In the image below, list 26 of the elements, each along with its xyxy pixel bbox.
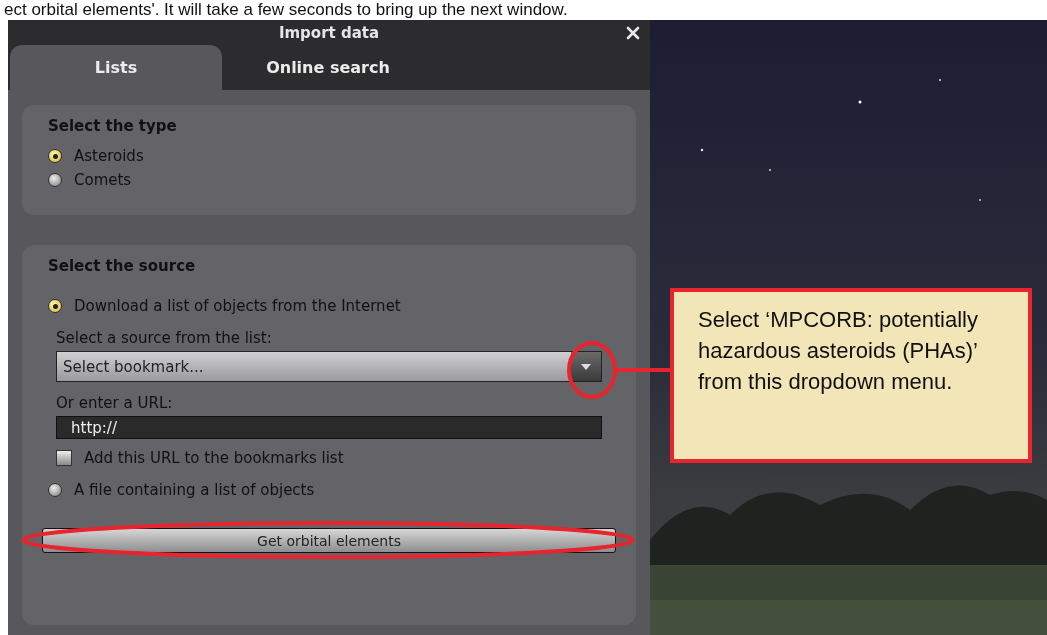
- radio-label: Comets: [74, 171, 132, 189]
- window-title: Import data: [278, 23, 380, 42]
- callout-box: Select ‘MPCORB: potentially hazardous asteroids (PHAs)’ from this dropdown menu.: [670, 288, 1032, 463]
- bookmark-dropdown[interactable]: Select bookmark...: [56, 351, 602, 382]
- get-orbital-elements-button[interactable]: Get orbital elements: [42, 528, 616, 553]
- dropdown-arrow-icon: [581, 363, 591, 370]
- radio-label: Asteroids: [74, 147, 144, 165]
- radio-label: Download a list of objects from the Internet: [74, 297, 401, 315]
- radio-button[interactable]: [48, 483, 62, 497]
- leader-line: [615, 368, 670, 372]
- group-title: Select the source: [48, 257, 197, 275]
- checkbox[interactable]: [56, 450, 72, 466]
- highlight-circle: [567, 341, 617, 399]
- radio-button[interactable]: [48, 173, 62, 187]
- close-icon[interactable]: [626, 26, 640, 40]
- field-label: Select a source from the list:: [56, 329, 273, 347]
- group-title: Select the type: [48, 117, 178, 135]
- checkbox-label: Add this URL to the bookmarks list: [84, 449, 344, 467]
- field-label: Or enter a URL:: [56, 394, 174, 412]
- radio-button[interactable]: [48, 149, 62, 163]
- caption-text: ect orbital elements'. It will take a few seconds to bring up the next window.: [3, 0, 569, 20]
- radio-label: A file containing a list of objects: [74, 481, 315, 499]
- tab[interactable]: Online search: [222, 45, 434, 90]
- tab[interactable]: Lists: [10, 45, 222, 90]
- radio-button[interactable]: [48, 299, 62, 313]
- url-input-field[interactable]: http://: [56, 416, 602, 439]
